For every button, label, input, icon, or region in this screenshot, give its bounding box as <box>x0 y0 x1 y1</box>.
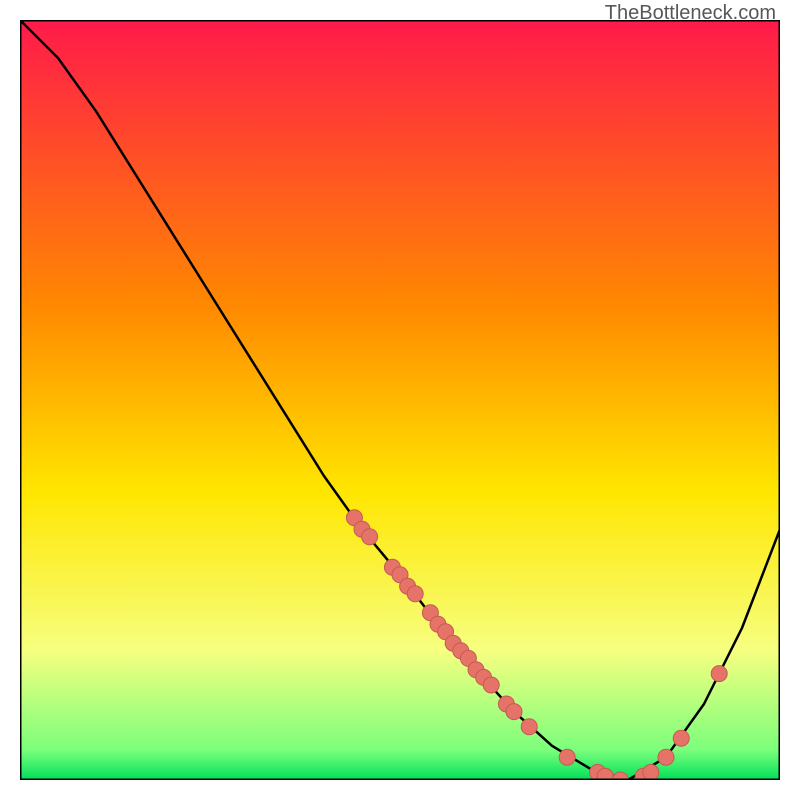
chart-svg <box>20 20 780 780</box>
attribution-text: TheBottleneck.com <box>605 2 776 25</box>
data-marker <box>521 719 537 735</box>
data-marker <box>658 749 674 765</box>
data-marker <box>559 749 575 765</box>
gradient-background <box>20 20 780 780</box>
data-marker <box>673 730 689 746</box>
plot-area <box>20 20 780 780</box>
data-marker <box>506 704 522 720</box>
data-marker <box>407 586 423 602</box>
data-marker <box>711 666 727 682</box>
data-marker <box>643 764 659 780</box>
data-marker <box>362 529 378 545</box>
data-marker <box>483 677 499 693</box>
data-marker <box>597 768 613 780</box>
